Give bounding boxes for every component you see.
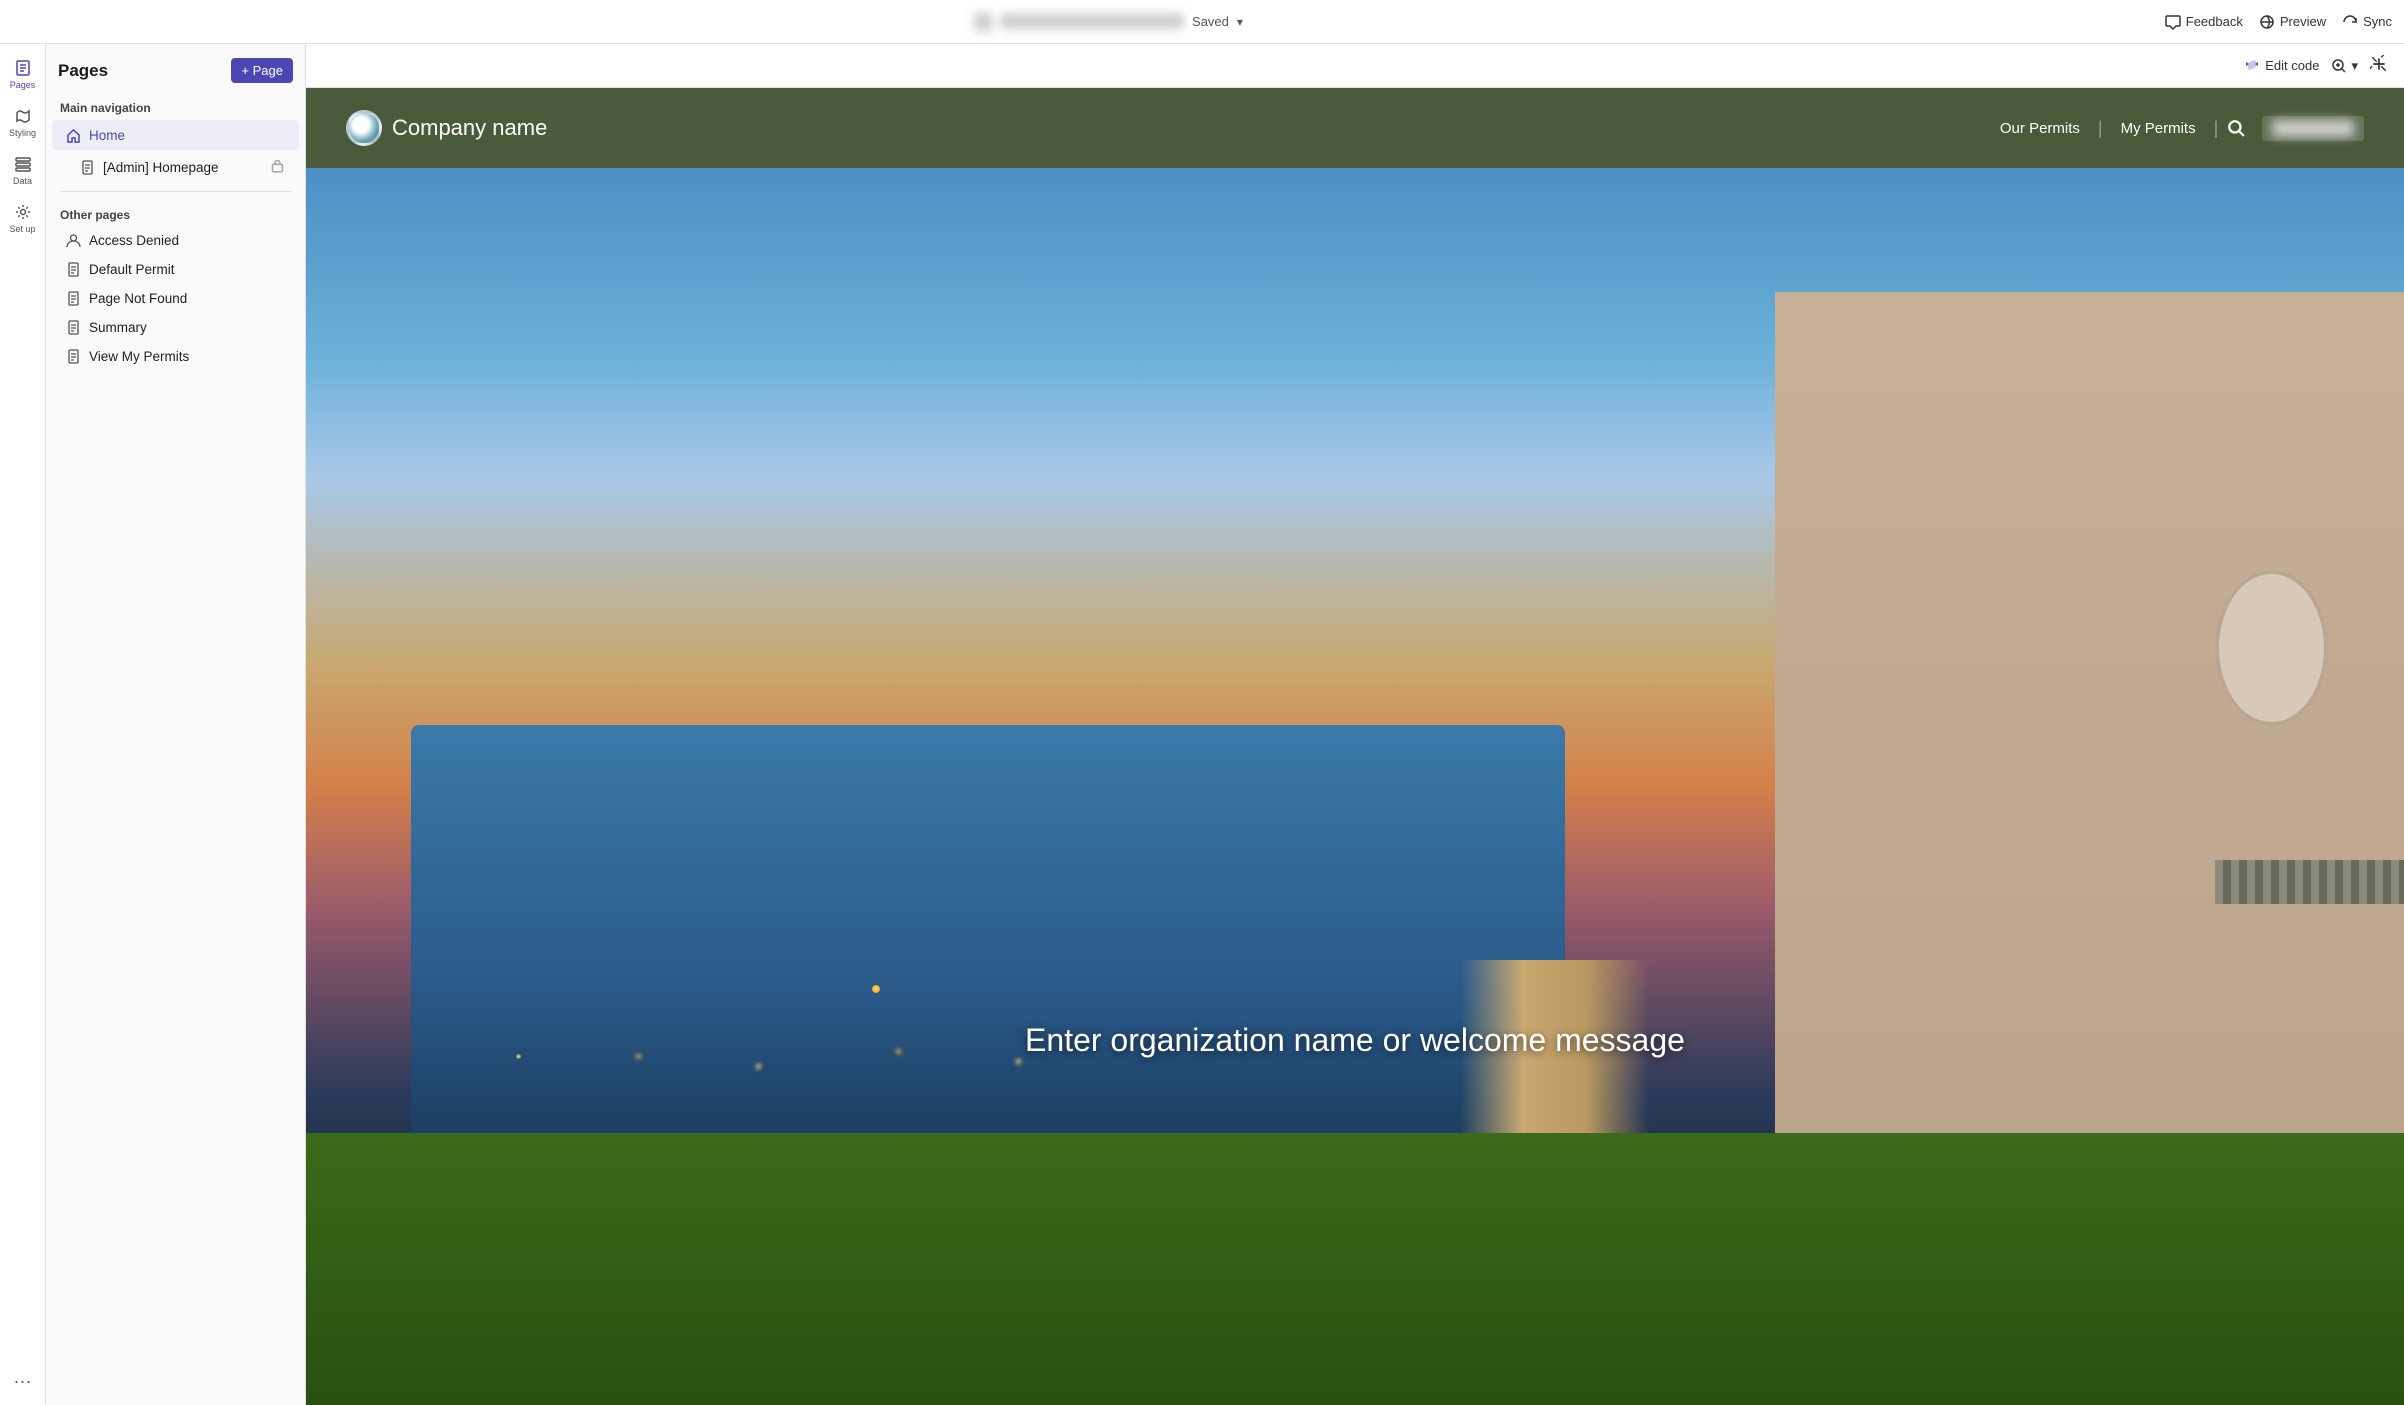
- other-pages-label: Other pages: [46, 200, 305, 226]
- lock-icon: [270, 158, 285, 176]
- page-icon-5: [66, 349, 81, 364]
- nav-label-summary: Summary: [89, 320, 285, 335]
- nav-label-admin-homepage: [Admin] Homepage: [103, 160, 262, 175]
- feedback-icon: [2165, 14, 2181, 30]
- hero-lights: [516, 1054, 521, 1059]
- preview-button[interactable]: Preview: [2259, 14, 2326, 30]
- nav-label-default-permit: Default Permit: [89, 262, 285, 277]
- data-icon: [14, 155, 32, 173]
- nav-label-access-denied: Access Denied: [89, 233, 285, 248]
- edit-code-label: Edit code: [2265, 58, 2319, 73]
- main-layout: Pages Styling Data Set up ···: [0, 44, 2404, 1405]
- nav-item-default-permit[interactable]: Default Permit: [52, 256, 299, 283]
- expand-icon: [2370, 55, 2388, 73]
- home-icon: [66, 128, 81, 143]
- site-logo: Company name: [346, 110, 547, 146]
- building-awning: [2215, 860, 2404, 905]
- saved-dropdown-button[interactable]: ▾: [1237, 15, 1243, 29]
- nav-item-access-denied[interactable]: Access Denied: [52, 227, 299, 254]
- page-icon-3: [66, 291, 81, 306]
- page-icon-4: [66, 320, 81, 335]
- search-icon: [2227, 119, 2245, 137]
- sync-label: Sync: [2363, 14, 2392, 29]
- setup-icon-label: Set up: [9, 224, 35, 234]
- sync-icon: [2342, 14, 2358, 30]
- pages-panel-title: Pages: [58, 61, 108, 81]
- sidebar-item-styling[interactable]: Styling: [3, 100, 43, 144]
- feedback-button[interactable]: Feedback: [2165, 14, 2243, 30]
- feedback-label: Feedback: [2186, 14, 2243, 29]
- sidebar-item-setup[interactable]: Set up: [3, 196, 43, 240]
- pages-icon-label: Pages: [10, 80, 36, 90]
- styling-icon: [14, 107, 32, 125]
- vscode-icon: [2244, 58, 2260, 74]
- divider: [60, 191, 291, 192]
- pages-icon: [14, 59, 32, 77]
- preview-toolbar: Edit code ▾: [306, 44, 2404, 88]
- zoom-level: ▾: [2351, 58, 2358, 74]
- data-icon-label: Data: [13, 176, 32, 186]
- add-page-button[interactable]: + Page: [231, 58, 293, 83]
- hero-loungers: [1460, 960, 1775, 1133]
- company-name: Company name: [392, 115, 547, 141]
- user-icon: [66, 233, 81, 248]
- site-nav: Our Permits | My Permits | User Name ▾: [1982, 116, 2364, 141]
- page-icon: [80, 160, 95, 175]
- nav-label-page-not-found: Page Not Found: [89, 291, 285, 306]
- site-header: Company name Our Permits | My Permits | …: [306, 88, 2404, 168]
- edit-code-button[interactable]: Edit code: [2244, 58, 2319, 74]
- nav-label-home: Home: [89, 128, 261, 143]
- preview-area: Edit code ▾: [306, 44, 2404, 1405]
- nav-item-home[interactable]: Home ···: [52, 120, 299, 150]
- nav-search-button[interactable]: [2226, 118, 2246, 138]
- site-logo-icon: [346, 110, 382, 146]
- setup-icon: [14, 203, 32, 221]
- nav-item-summary[interactable]: Summary: [52, 314, 299, 341]
- top-bar-center: ▪ ████████████████████ Saved ▾: [974, 13, 1243, 31]
- top-bar: ▪ ████████████████████ Saved ▾ Feedback …: [0, 0, 2404, 44]
- page-icon-2: [66, 262, 81, 277]
- zoom-control[interactable]: ▾: [2331, 58, 2358, 74]
- sidebar-item-data[interactable]: Data: [3, 148, 43, 192]
- saved-label: Saved: [1192, 14, 1229, 29]
- preview-label: Preview: [2280, 14, 2326, 29]
- preview-icon: [2259, 14, 2275, 30]
- hero-grass: [306, 1133, 2404, 1405]
- nav-item-admin-homepage[interactable]: [Admin] Homepage: [52, 152, 299, 182]
- pages-panel: Pages + Page Main navigation Home ··· [A…: [46, 44, 306, 1405]
- nav-my-permits[interactable]: My Permits: [2103, 120, 2214, 137]
- nav-item-page-not-found[interactable]: Page Not Found: [52, 285, 299, 312]
- nav-our-permits[interactable]: Our Permits: [1982, 120, 2098, 137]
- nav-item-view-my-permits[interactable]: View My Permits: [52, 343, 299, 370]
- nav-label-view-my-permits: View My Permits: [89, 349, 285, 364]
- building-window: [2215, 570, 2328, 726]
- styling-icon-label: Styling: [9, 128, 36, 138]
- user-name: User Name ▾: [2272, 120, 2354, 137]
- hero-pool: [411, 725, 1565, 1158]
- nav-user[interactable]: User Name ▾: [2262, 116, 2364, 141]
- sidebar-item-pages[interactable]: Pages: [3, 52, 43, 96]
- expand-button[interactable]: [2370, 55, 2388, 76]
- pages-panel-header: Pages + Page: [46, 44, 305, 93]
- file-name: ████████████████████: [1000, 14, 1184, 29]
- icon-bar: Pages Styling Data Set up ···: [0, 44, 46, 1405]
- sync-button[interactable]: Sync: [2342, 14, 2392, 30]
- nav-separator-2: |: [2214, 118, 2219, 139]
- main-navigation-label: Main navigation: [46, 93, 305, 119]
- website-preview: Company name Our Permits | My Permits | …: [306, 88, 2404, 1405]
- zoom-icon: [2331, 58, 2347, 74]
- more-options-button[interactable]: ···: [3, 1365, 43, 1397]
- top-bar-right: Feedback Preview Sync: [2165, 14, 2392, 30]
- hero-section: Enter organization name or welcome messa…: [306, 168, 2404, 1405]
- pool-light: [872, 985, 880, 993]
- file-icon: ▪: [974, 13, 992, 31]
